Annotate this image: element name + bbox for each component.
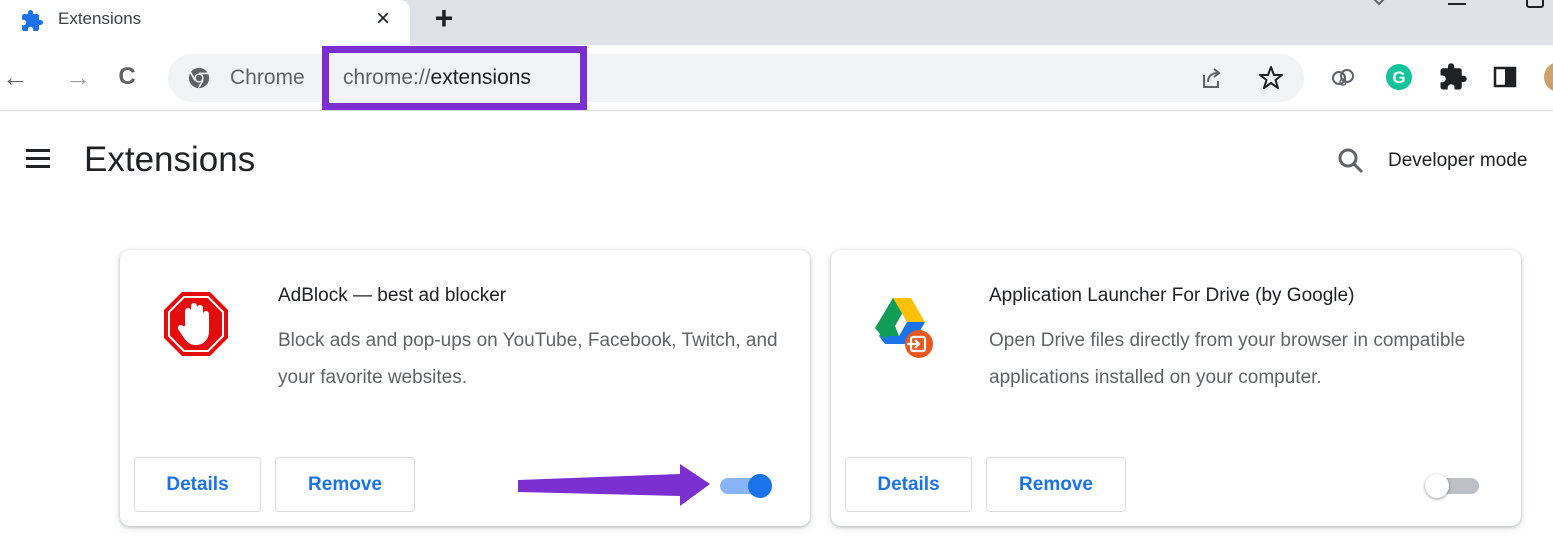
url-text: chrome://extensions xyxy=(343,66,531,90)
tab-extensions[interactable]: Extensions × xyxy=(0,0,410,45)
details-button[interactable]: Details xyxy=(845,457,972,512)
remove-button[interactable]: Remove xyxy=(986,457,1126,512)
developer-mode-label: Developer mode xyxy=(1388,150,1528,171)
google-drive-launcher-icon xyxy=(875,298,933,358)
reload-button[interactable]: C xyxy=(112,62,142,92)
toggle-knob xyxy=(748,474,772,498)
forward-button[interactable]: → xyxy=(63,62,93,92)
search-icon[interactable] xyxy=(1336,146,1366,176)
chrome-logo-icon xyxy=(188,67,210,89)
maximize-icon[interactable] xyxy=(1524,0,1546,10)
minimize-icon[interactable] xyxy=(1446,0,1468,10)
adblock-logo-icon xyxy=(164,292,228,356)
url-highlight-box[interactable]: chrome://extensions xyxy=(322,46,587,110)
url-path: extensions xyxy=(430,66,531,89)
svg-text:G: G xyxy=(1392,68,1405,87)
back-button[interactable]: ← xyxy=(0,62,30,92)
page-header: Extensions Developer mode xyxy=(0,112,1553,212)
tab-strip: Extensions × + xyxy=(0,0,1553,45)
share-icon[interactable] xyxy=(1196,63,1226,93)
browser-toolbar: ← → C Chrome G xyxy=(0,45,1553,111)
extension-name: Application Launcher For Drive (by Googl… xyxy=(989,285,1355,306)
puzzle-piece-icon xyxy=(22,10,43,31)
extension-card-adblock: AdBlock — best ad blocker Block ads and … xyxy=(120,250,810,526)
tab-close-button[interactable]: × xyxy=(370,6,396,32)
enable-toggle[interactable] xyxy=(714,474,774,498)
extension-name: AdBlock — best ad blocker xyxy=(278,285,507,306)
profile-avatar[interactable] xyxy=(1544,62,1553,92)
details-button[interactable]: Details xyxy=(134,457,261,512)
grammarly-icon[interactable]: G xyxy=(1384,62,1414,92)
url-scheme: chrome:// xyxy=(343,66,431,89)
extension-card-drive-launcher: Application Launcher For Drive (by Googl… xyxy=(831,250,1521,526)
tab-title: Extensions xyxy=(58,9,142,28)
chevron-down-icon[interactable] xyxy=(1368,0,1390,10)
extension-pinned-icon[interactable] xyxy=(1328,62,1358,92)
enable-toggle[interactable] xyxy=(1425,474,1485,498)
hamburger-menu-icon[interactable] xyxy=(24,146,54,172)
extension-description: Block ads and pop-ups on YouTube, Facebo… xyxy=(278,330,778,388)
toggle-knob xyxy=(1425,474,1449,498)
extension-description: Open Drive files directly from your brow… xyxy=(989,330,1466,388)
new-tab-button[interactable]: + xyxy=(428,2,460,35)
remove-button[interactable]: Remove xyxy=(275,457,415,512)
side-panel-icon[interactable] xyxy=(1490,62,1520,92)
extensions-puzzle-icon[interactable] xyxy=(1438,62,1468,92)
page-title: Extensions xyxy=(84,140,256,179)
site-chip-label: Chrome xyxy=(230,66,305,89)
bookmark-star-icon[interactable] xyxy=(1256,63,1286,93)
